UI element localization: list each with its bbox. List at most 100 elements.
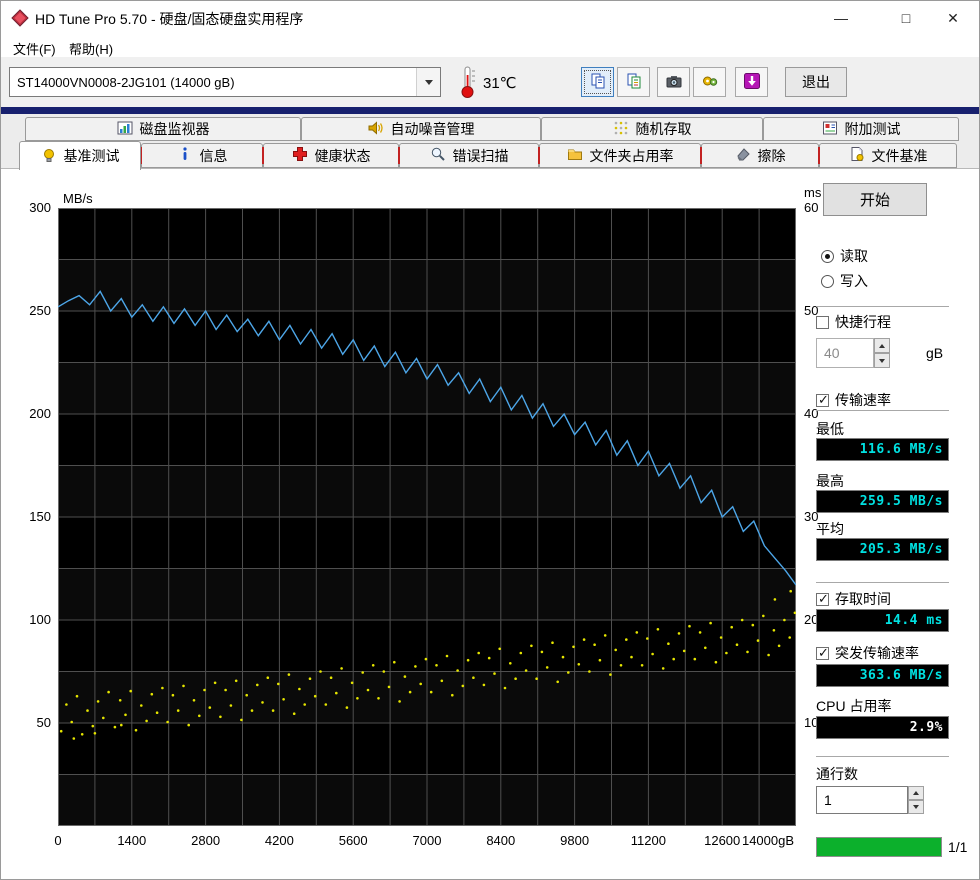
burst-rate-display: 363.6 MB/s	[816, 664, 949, 687]
spinner-up-button[interactable]	[874, 338, 890, 353]
update-button[interactable]	[735, 67, 768, 97]
arrow-up-icon	[879, 344, 885, 348]
tab-benchmark[interactable]: 基准测试	[19, 141, 141, 170]
arrow-down-icon	[879, 359, 885, 363]
tab-separator	[818, 147, 820, 164]
app-window: HD Tune Pro 5.70 - 硬盘/固态硬盘实用程序 — □ ✕ 文件(…	[0, 0, 980, 880]
tab-erase[interactable]: 擦除	[701, 143, 819, 168]
y-axis-tick-left: 300	[11, 200, 51, 215]
tab-extra-tests[interactable]: 附加测试	[763, 117, 959, 141]
short-stroke-checkbox[interactable]	[816, 316, 829, 329]
y-axis-tick-left: 200	[11, 406, 51, 421]
pass-count-input[interactable]: 1	[816, 786, 908, 814]
title-bar: HD Tune Pro 5.70 - 硬盘/固态硬盘实用程序 — □ ✕	[1, 1, 980, 35]
maximize-button[interactable]: □	[886, 5, 926, 31]
max-value-display: 259.5 MB/s	[816, 490, 949, 513]
min-value-display: 116.6 MB/s	[816, 438, 949, 461]
close-button[interactable]: ✕	[933, 5, 973, 31]
menu-bar: 文件(F) 帮助(H)	[1, 35, 980, 57]
tab-folder-usage[interactable]: 文件夹占用率	[539, 143, 701, 168]
burst-rate-row[interactable]: 突发传输速率	[816, 643, 919, 663]
tab-label: 信息	[200, 146, 228, 166]
transfer-rate-row[interactable]: 传输速率	[816, 390, 891, 410]
pass-count-spinner[interactable]	[908, 786, 924, 814]
arrow-down-icon	[913, 805, 919, 809]
x-axis-tick: 0	[18, 833, 98, 848]
copy-image-button[interactable]	[617, 67, 650, 97]
benchmark-chart	[58, 208, 796, 826]
tab-error-scan[interactable]: 错误扫描	[399, 143, 539, 168]
y-axis-tick-left: 50	[11, 715, 51, 730]
chevron-down-icon	[425, 80, 433, 85]
spinner-down-button[interactable]	[908, 800, 924, 814]
access-time-label: 存取时间	[835, 589, 891, 609]
thermometer-icon	[457, 65, 479, 102]
progress-label: 1/1	[948, 839, 967, 855]
drive-select-combobox[interactable]: ST14000VN0008-2JG101 (14000 gB)	[9, 67, 441, 97]
eraser-icon	[735, 146, 751, 165]
minimize-button[interactable]: —	[821, 5, 861, 31]
gears-icon	[702, 73, 718, 92]
burst-rate-checkbox[interactable]	[816, 647, 829, 660]
access-time-display: 14.4 ms	[816, 609, 949, 632]
tab-disk-monitor[interactable]: 磁盘监视器	[25, 117, 301, 141]
short-stroke-value-input[interactable]: 40	[816, 338, 874, 368]
copy-text-button[interactable]	[581, 67, 614, 97]
transfer-rate-label: 传输速率	[835, 390, 891, 410]
spinner-down-button[interactable]	[874, 353, 890, 368]
left-axis-unit: MB/s	[63, 191, 93, 206]
extra-tests-icon	[822, 120, 838, 139]
x-axis-tick: 11200	[608, 833, 688, 848]
short-stroke-spinner[interactable]	[874, 338, 890, 368]
short-stroke-row[interactable]: 快捷行程	[816, 312, 891, 332]
tab-label: 附加测试	[845, 119, 901, 139]
access-time-row[interactable]: 存取时间	[816, 589, 891, 609]
tab-label: 文件夹占用率	[590, 146, 674, 166]
tab-health[interactable]: 健康状态	[263, 143, 399, 168]
benchmark-icon	[41, 147, 57, 166]
write-radio-row[interactable]: 写入	[821, 271, 868, 291]
panel-separator	[816, 756, 949, 757]
screenshot-button[interactable]	[657, 67, 690, 97]
x-axis-tick: 4200	[239, 833, 319, 848]
exit-button[interactable]: 退出	[785, 67, 847, 97]
tab-separator	[538, 147, 540, 164]
tab-label: 文件基准	[872, 146, 928, 166]
tab-label: 随机存取	[636, 119, 692, 139]
read-radio[interactable]	[821, 250, 834, 263]
separator-strip	[1, 107, 980, 114]
tab-random-access[interactable]: 随机存取	[541, 117, 763, 141]
combo-dropdown-arrow[interactable]	[416, 68, 440, 96]
options-button[interactable]	[693, 67, 726, 97]
x-axis-tick: 7000	[387, 833, 467, 848]
y-axis-tick-left: 250	[11, 303, 51, 318]
write-label: 写入	[840, 271, 868, 291]
download-icon	[744, 73, 760, 92]
drive-select-value: ST14000VN0008-2JG101 (14000 gB)	[10, 75, 416, 90]
tab-file-benchmark[interactable]: 文件基准	[819, 143, 957, 168]
toolbar: ST14000VN0008-2JG101 (14000 gB) 31℃	[1, 57, 980, 107]
progress-bar	[816, 837, 942, 857]
read-radio-row[interactable]: 读取	[821, 246, 868, 266]
speaker-icon	[368, 120, 384, 139]
copy-color-icon	[626, 73, 642, 92]
tab-separator	[262, 147, 264, 164]
file-benchmark-icon	[849, 146, 865, 165]
arrow-up-icon	[913, 791, 919, 795]
y-axis-tick-left: 100	[11, 612, 51, 627]
panel-separator	[816, 582, 949, 583]
tab-noise-management[interactable]: 自动噪音管理	[301, 117, 541, 141]
tab-label: 错误扫描	[453, 146, 509, 166]
start-button[interactable]: 开始	[823, 183, 927, 216]
avg-label: 平均	[816, 519, 844, 539]
cpu-usage-label: CPU 占用率	[816, 696, 891, 716]
write-radio[interactable]	[821, 275, 834, 288]
spinner-up-button[interactable]	[908, 786, 924, 800]
short-stroke-label: 快捷行程	[835, 312, 891, 332]
camera-icon	[666, 73, 682, 92]
access-time-checkbox[interactable]	[816, 593, 829, 606]
short-stroke-unit: gB	[926, 345, 943, 361]
tab-info[interactable]: 信息	[141, 143, 263, 168]
folder-icon	[567, 146, 583, 165]
transfer-rate-checkbox[interactable]	[816, 394, 829, 407]
